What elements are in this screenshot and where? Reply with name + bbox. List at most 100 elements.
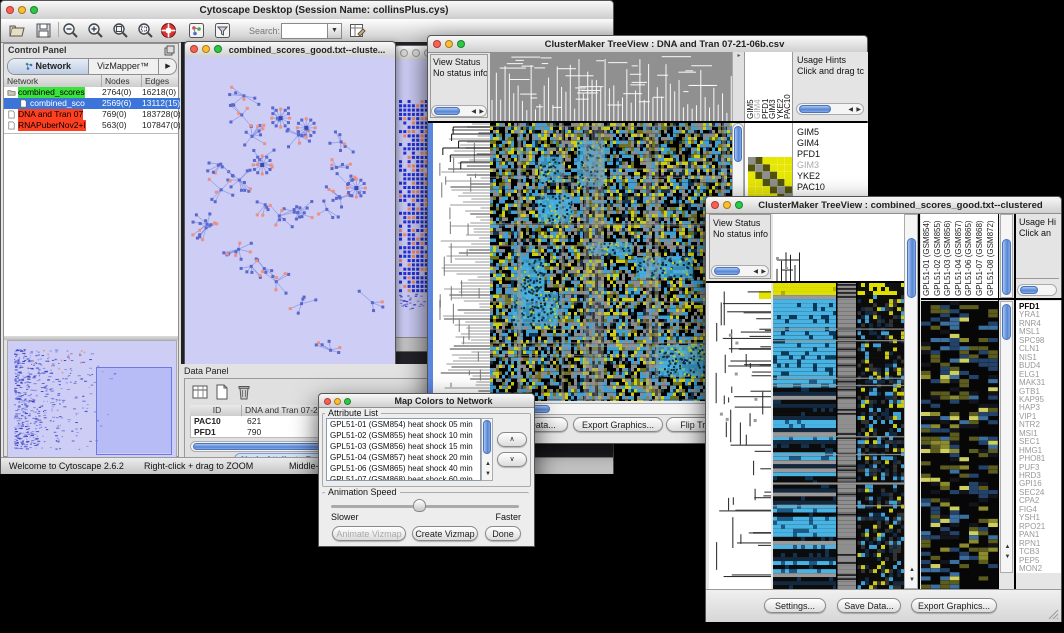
tv2-labels-scrollbar[interactable] [1000,214,1013,298]
zoom-fit-icon[interactable] [111,21,130,40]
tv1-gene-item[interactable]: GIM5 [797,128,819,136]
tv1-gene-item[interactable]: YKE2 [797,172,820,180]
tv2-column-label[interactable]: GPL51-06 (GSM865) [964,220,973,296]
tv2-column-label[interactable]: GPL51-02 (GSM855) [933,220,942,296]
tv2-column-label[interactable]: GPL51-07 (GSM868) [975,220,984,296]
select-columns-icon[interactable] [191,383,209,401]
network-window1-titlebar[interactable]: combined_scores_good.txt--cluste... [185,42,395,58]
tv1-gene-item[interactable]: PFD1 [797,150,820,158]
close-button[interactable] [190,45,198,53]
close-button[interactable] [711,201,719,209]
tv1-column-dendrogram[interactable] [490,52,732,121]
filter-icon[interactable] [213,21,232,40]
attribute-list-item[interactable]: GPL51-02 (GSM855) heat shock 10 min [327,430,480,441]
export-graphics-button[interactable]: Export Graphics... [911,598,997,613]
delete-attribute-icon[interactable] [235,383,253,401]
attribute-list-scrollbar[interactable]: ▲▼ [481,418,493,481]
tab-network[interactable]: Network [8,59,89,74]
tv2-column-label[interactable]: GPL51-08 (GSM872) [986,220,995,296]
move-up-button[interactable]: ∧ [497,432,527,447]
tv2-gene-item[interactable]: BUD4 [1019,362,1040,370]
tv2-gene-item[interactable]: SEC1 [1019,438,1040,446]
minimize-button[interactable] [18,6,26,14]
tv2-heatmap[interactable] [773,283,904,589]
attribute-list-item[interactable]: GPL51-07 (GSM868) heat shock 60 min [327,474,480,481]
birdseye-overview[interactable] [7,340,177,458]
network-window-1[interactable]: combined_scores_good.txt--cluste... [184,41,396,368]
minimize-button[interactable] [334,398,341,405]
zoom-button[interactable] [30,6,38,14]
tv2-genelist-scrollbar[interactable]: ▲▼ [1000,301,1013,573]
resize-grip-icon[interactable] [1047,608,1059,620]
tv2-gene-item[interactable]: MON2 [1019,565,1042,573]
treeview2-titlebar[interactable]: ClusterMaker TreeView : combined_scores_… [706,197,1061,214]
table-row[interactable]: combined_sco2569(6)13112(15) [4,98,180,109]
float-panel-icon[interactable] [164,45,175,56]
minimize-button[interactable] [412,49,420,57]
table-cell-id[interactable]: PAC10 [194,416,221,427]
tv2-secondary-heatmap[interactable] [921,301,998,589]
zoom-button[interactable] [735,201,743,209]
tv2-gene-dendrogram[interactable] [709,283,771,589]
tab-vizmapper[interactable]: VizMapper™ [88,59,158,74]
tv2-column-label[interactable]: GPL51-04 (GSM857) [954,220,963,296]
done-button[interactable]: Done [485,526,521,541]
attribute-list-item[interactable]: GPL51-06 (GSM865) heat shock 40 min [327,463,480,474]
zoom-out-icon[interactable] [61,21,80,40]
save-data-button[interactable]: Save Data... [837,598,901,613]
tv1-gene-item[interactable]: GIM3 [797,161,819,169]
table-cell-value[interactable]: 790 [247,427,261,438]
tv1-hints-scrollbar[interactable]: ◀▶ [796,103,864,115]
new-attribute-icon[interactable] [213,383,231,401]
map-colors-dialog[interactable]: Map Colors to Network Attribute List GPL… [318,393,535,547]
zoom-in-icon[interactable] [86,21,105,40]
slider-thumb[interactable] [413,499,426,512]
tv2-column-dendrogram[interactable] [773,214,904,281]
treeview2-window[interactable]: ClusterMaker TreeView : combined_scores_… [705,196,1062,622]
attribute-list-item[interactable]: GPL51-03 (GSM856) heat shock 15 min [327,441,480,452]
search-dropdown-icon[interactable]: ▼ [327,23,342,39]
tv1-gene-dendrogram[interactable] [433,123,490,401]
vizmap-shortcut-icon[interactable] [187,21,206,40]
tv1-column-label[interactable]: PAC10 [783,94,792,119]
tv2-status-scrollbar[interactable]: ◀▶ [711,265,769,277]
minimize-button[interactable] [202,45,210,53]
tabs-overflow-button[interactable]: ▶ [158,59,177,74]
network-view-canvas[interactable] [185,57,395,367]
zoom-actual-icon[interactable] [136,21,155,40]
animate-vizmap-button[interactable]: Animate Vizmap [332,526,406,541]
main-titlebar[interactable]: Cytoscape Desktop (Session Name: collins… [1,1,613,20]
save-icon[interactable] [34,21,53,40]
table-row[interactable]: RNAPuberNov2+I563(0)107847(0) [4,120,180,131]
table-row[interactable]: DNA and Tran 07769(0)183728(0) [4,109,180,120]
attribute-list[interactable]: GPL51-01 (GSM854) heat shock 05 minGPL51… [326,418,481,481]
tv2-gene-item[interactable]: MAK31 [1019,379,1045,387]
tv2-column-label[interactable]: GPL51-01 (GSM854) [922,220,931,296]
close-button[interactable] [6,6,14,14]
tv2-gene-item[interactable]: PAN1 [1019,531,1039,539]
move-down-button[interactable]: ∨ [497,452,527,467]
create-vizmap-button[interactable]: Create Vizmap [412,526,478,541]
tv1-status-scrollbar[interactable]: ◀▶ [431,105,487,117]
tv2-heatmap-vscrollbar[interactable]: ▲▼ [904,214,918,589]
search-input[interactable] [281,23,329,39]
tv2-gene-item[interactable]: PHO81 [1019,455,1045,463]
table-cell-value[interactable]: 621 [247,416,261,427]
tv2-hints-scrollbar[interactable] [1017,284,1057,296]
settings-button[interactable]: Settings... [764,598,826,613]
minimize-button[interactable] [445,40,453,48]
zoom-button[interactable] [214,45,222,53]
zoom-button[interactable] [457,40,465,48]
tv2-gene-item[interactable]: TCB3 [1019,548,1039,556]
export-graphics-button[interactable]: Export Graphics... [573,417,663,432]
help-ring-icon[interactable] [159,21,178,40]
close-button[interactable] [400,49,408,57]
column-header-network[interactable]: Network [4,75,102,87]
column-header-id[interactable]: ID [190,405,242,416]
tv2-column-label[interactable]: GPL51-03 (GSM856) [943,220,952,296]
zoom-button[interactable] [344,398,351,405]
tv1-heatmap[interactable] [490,123,732,401]
tv1-gene-item[interactable]: GIM4 [797,139,819,147]
column-header-nodes[interactable]: Nodes [102,75,142,87]
table-row[interactable]: combined_scores2764(0)16218(0) [4,87,180,98]
